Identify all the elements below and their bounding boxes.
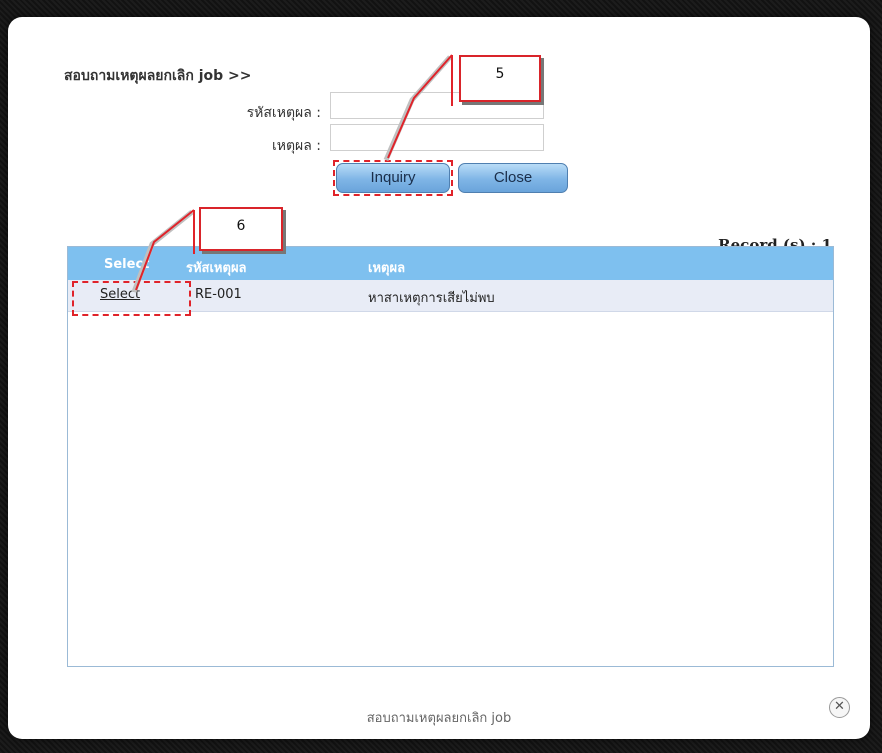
callout-step-6-number: 6	[236, 218, 246, 234]
callout-step-6: 6	[199, 207, 283, 251]
callout-step-5: 5	[459, 55, 541, 102]
close-icon[interactable]: ✕	[829, 697, 850, 718]
column-header-code: รหัสเหตุผล	[186, 261, 247, 276]
reason-code-label: รหัสเหตุผล :	[246, 105, 321, 121]
grid-header: Select รหัสเหตุผล เหตุผล	[68, 247, 833, 280]
column-header-reason: เหตุผล	[368, 261, 406, 276]
reason-input[interactable]	[330, 124, 544, 151]
reason-code-cell: RE-001	[195, 287, 242, 302]
dialog-footer-title: สอบถามเหตุผลยกเลิก job	[366, 711, 512, 726]
column-header-select: Select	[104, 257, 150, 272]
close-button[interactable]: Close	[458, 163, 568, 193]
select-highlight	[72, 281, 191, 316]
reason-cell: หาสาเหตุการเสียไม่พบ	[368, 291, 495, 306]
inquiry-highlight	[333, 160, 453, 196]
callout-step-5-number: 5	[495, 66, 505, 82]
dialog-title: สอบถามเหตุผลยกเลิก job >>	[64, 68, 252, 84]
reason-inquiry-dialog: สอบถามเหตุผลยกเลิก job >> รหัสเหตุผล : เ…	[8, 17, 870, 739]
reason-label: เหตุผล :	[271, 138, 321, 154]
